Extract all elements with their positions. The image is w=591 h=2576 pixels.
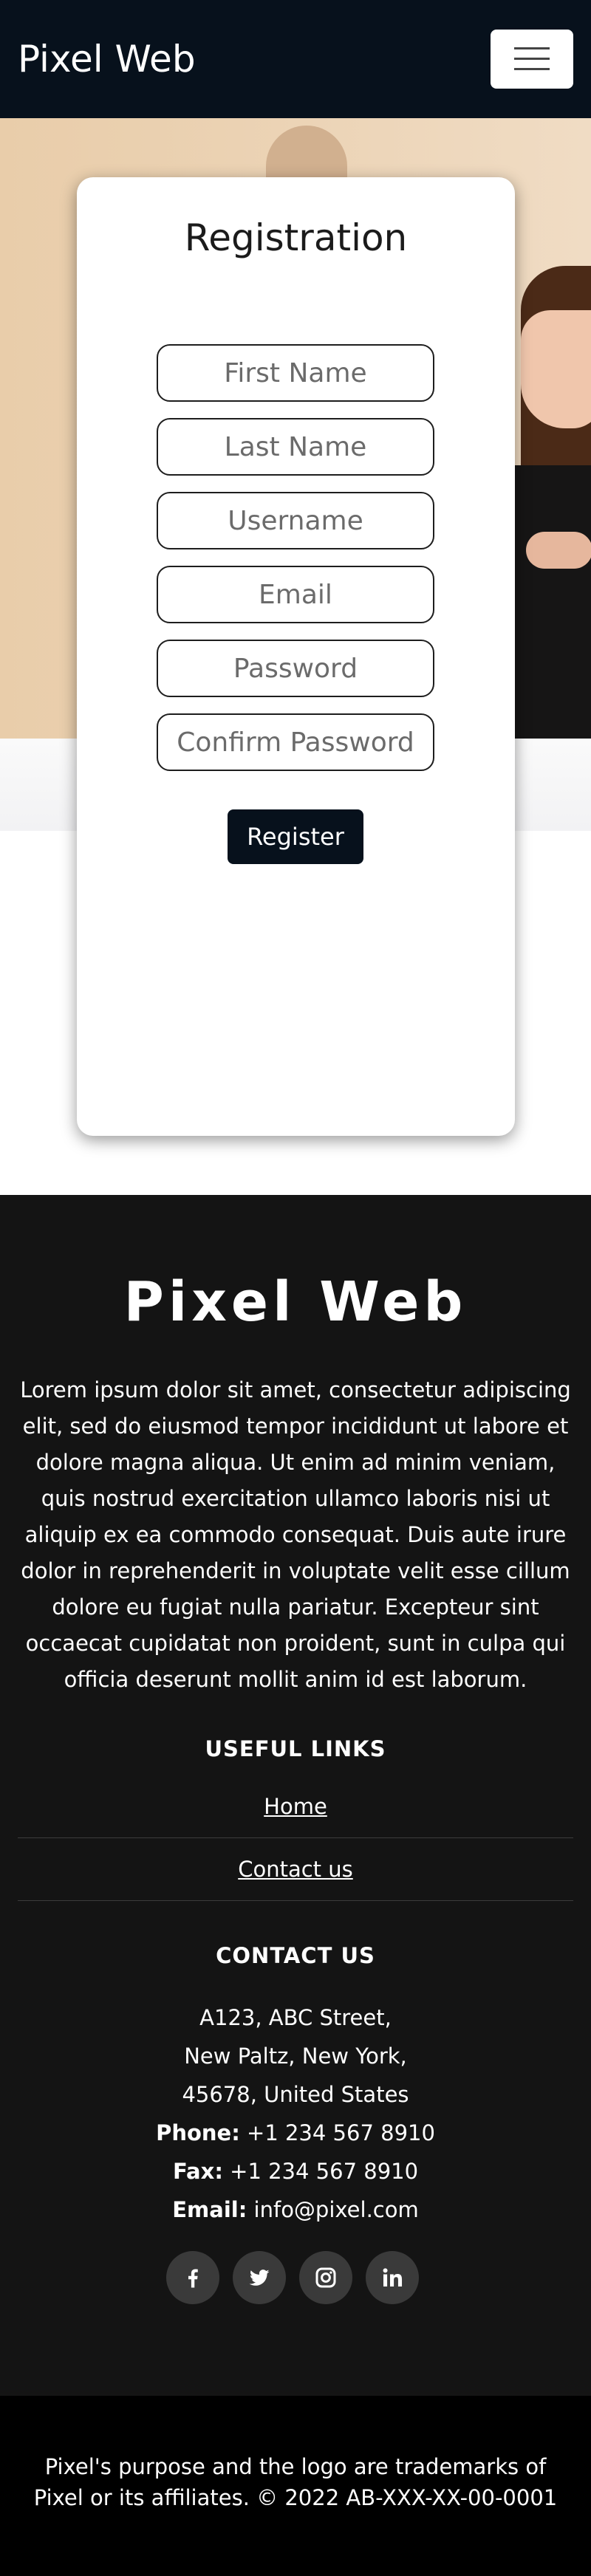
divider	[18, 1900, 573, 1901]
footer-link-contact-row: Contact us	[18, 1838, 573, 1900]
fax-label: Fax:	[172, 2159, 223, 2184]
email-value: info@pixel.com	[253, 2197, 419, 2222]
first-name-input[interactable]	[157, 344, 434, 402]
copyright-text: Pixel's purpose and the logo are tradema…	[33, 2454, 558, 2510]
username-input[interactable]	[157, 492, 434, 549]
email-input[interactable]	[157, 566, 434, 623]
last-name-input[interactable]	[157, 418, 434, 476]
confirm-password-input[interactable]	[157, 713, 434, 771]
fax-value: +1 234 567 8910	[230, 2159, 419, 2184]
brand-logo[interactable]: Pixel Web	[18, 35, 196, 83]
address-line-2: New Paltz, New York,	[184, 2044, 407, 2069]
phone-line: Phone: +1 234 567 8910	[0, 2114, 591, 2152]
registration-title: Registration	[184, 216, 408, 259]
footer-brand: Pixel Web	[123, 1270, 468, 1334]
register-button[interactable]: Register	[228, 809, 363, 864]
contact-us-heading: CONTACT US	[216, 1943, 375, 1968]
linkedin-icon[interactable]	[366, 2251, 419, 2304]
password-input[interactable]	[157, 640, 434, 697]
footer: Pixel Web Lorem ipsum dolor sit amet, co…	[0, 1195, 591, 2396]
fax-line: Fax: +1 234 567 8910	[0, 2152, 591, 2190]
address-line-1: A123, ABC Street,	[199, 2005, 392, 2030]
useful-links-heading: USEFUL LINKS	[205, 1736, 386, 1761]
facebook-icon[interactable]	[166, 2251, 219, 2304]
copyright-bar: Pixel's purpose and the logo are tradema…	[0, 2396, 591, 2576]
email-line: Email: info@pixel.com	[0, 2190, 591, 2229]
twitter-icon[interactable]	[233, 2251, 286, 2304]
email-label: Email:	[172, 2197, 247, 2222]
address-line-3: 45678, United States	[182, 2082, 409, 2107]
footer-link-contact[interactable]: Contact us	[238, 1857, 353, 1882]
footer-link-home[interactable]: Home	[264, 1794, 327, 1819]
footer-description: Lorem ipsum dolor sit amet, consectetur …	[20, 1377, 571, 1692]
phone-label: Phone:	[156, 2120, 240, 2145]
footer-link-home-row: Home	[18, 1775, 573, 1837]
phone-value: +1 234 567 8910	[247, 2120, 435, 2145]
navbar: Pixel Web	[0, 0, 591, 118]
instagram-icon[interactable]	[299, 2251, 352, 2304]
menu-toggle-button[interactable]	[491, 30, 573, 89]
registration-card: Registration Register	[77, 177, 515, 1136]
